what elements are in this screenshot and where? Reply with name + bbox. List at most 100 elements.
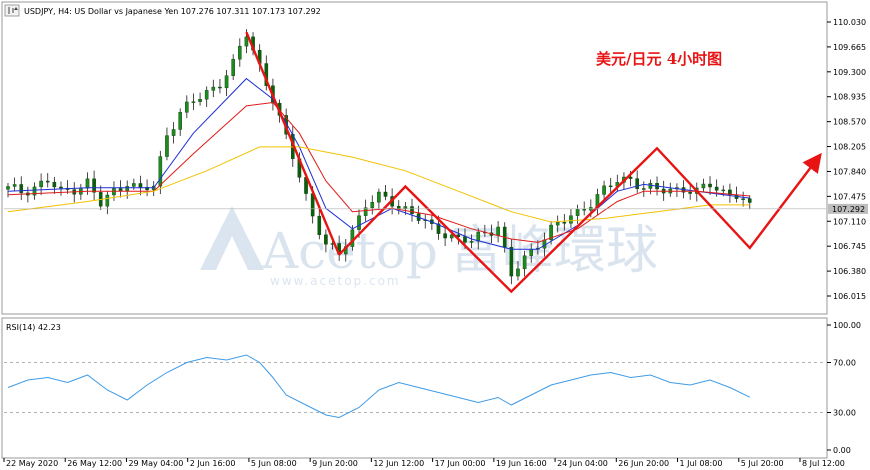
- candle-body: [171, 129, 176, 136]
- candle-body: [522, 255, 527, 270]
- candle-body: [747, 198, 752, 203]
- time-label: 1 Jul 08:00: [680, 459, 723, 468]
- candle-body: [396, 206, 401, 209]
- candle-body: [238, 45, 242, 60]
- candle-body: [39, 180, 43, 188]
- candle-body: [158, 156, 163, 187]
- candle-body: [211, 86, 216, 91]
- candle-body: [85, 178, 90, 189]
- usdjpy-h4-chart: Acetop 富峰環球 www.acetop.com USDJPY, H4: U…: [1, 1, 868, 468]
- candle-body: [410, 206, 414, 214]
- candle-body: [509, 246, 514, 277]
- candle-body: [714, 186, 719, 191]
- time-label: 17 Jun 00:00: [435, 459, 486, 468]
- candle-body: [741, 198, 745, 200]
- candle-body: [165, 135, 169, 157]
- candle-body: [317, 215, 322, 235]
- candle-body: [529, 248, 534, 256]
- candle-body: [569, 215, 573, 224]
- candle-body: [701, 183, 706, 189]
- candle-body: [635, 178, 639, 189]
- candle-body: [496, 226, 500, 236]
- candle-body: [6, 186, 10, 190]
- candle-body: [357, 215, 361, 230]
- time-label: 29 May 04:00: [128, 459, 183, 468]
- candle-body: [198, 99, 202, 102]
- price-label: 107.475: [833, 192, 866, 201]
- price-label: 106.380: [833, 267, 866, 276]
- price-label: 106.745: [833, 242, 866, 251]
- rsi-panel-frame: [1, 317, 828, 459]
- candle-body: [575, 208, 580, 216]
- rsi-axis-label: 100.00: [833, 321, 861, 330]
- time-axis: 22 May 2020 26 May 12:00 29 May 04:00 2 Jun…: [3, 458, 845, 468]
- price-label: 110.030: [833, 18, 866, 27]
- time-label: 9 Jun 20:00: [312, 459, 358, 468]
- candle-body: [721, 189, 726, 192]
- time-label: 8 Jul 12:00: [802, 459, 845, 468]
- candle-body: [628, 176, 633, 179]
- time-label: 2 Jun 16:00: [190, 459, 236, 468]
- chart-annotation-cn: 美元/日元 4小时图: [596, 50, 722, 68]
- price-label: 109.665: [833, 43, 866, 52]
- price-label: 108.935: [833, 93, 866, 102]
- candle-body: [19, 184, 24, 194]
- candle-body: [191, 101, 196, 103]
- time-label: 5 Jun 08:00: [251, 459, 297, 468]
- candle-body: [118, 188, 123, 192]
- candle-body: [688, 192, 692, 194]
- candle-body: [92, 178, 96, 193]
- candle-body: [383, 191, 388, 197]
- time-label: 12 Jun 12:00: [373, 459, 424, 468]
- candle-body: [204, 90, 209, 100]
- candle-body: [52, 181, 57, 188]
- candle-body: [350, 229, 355, 247]
- candle-body: [555, 221, 560, 226]
- candle-body: [708, 183, 712, 188]
- chart-menu-icon[interactable]: [4, 4, 20, 17]
- candle-body: [59, 186, 63, 189]
- rsi-axis-label: 0.00: [833, 446, 851, 455]
- candle-body: [516, 268, 520, 277]
- candle-body: [642, 188, 646, 190]
- rsi-title: RSI(14) 42.23: [6, 323, 61, 332]
- time-label: 24 Jun 04:00: [557, 459, 608, 468]
- candle-body: [218, 86, 222, 89]
- candle-body: [562, 221, 567, 224]
- candle-body: [138, 183, 143, 188]
- watermark-url: www.acetop.com: [270, 274, 401, 288]
- watermark-text-en: Acetop: [261, 222, 438, 280]
- candle-body: [463, 236, 467, 243]
- price-label: 108.205: [833, 143, 866, 152]
- candle-body: [244, 36, 249, 47]
- symbol-line: USDJPY, H4: US Dollar vs Japanese Yen 10…: [24, 7, 321, 16]
- candle-body: [324, 234, 328, 245]
- time-label: 26 Jun 20:00: [618, 459, 669, 468]
- candle-body: [602, 185, 606, 195]
- price-axis: 110.030 109.665 109.300 108.935 108.570 108.2…: [827, 18, 866, 301]
- candle-body: [185, 101, 189, 113]
- candle-body: [125, 186, 130, 192]
- candle-body: [469, 241, 474, 243]
- current-price-label: 107.292: [832, 205, 865, 214]
- candle-body: [45, 180, 50, 183]
- price-label: 107.110: [833, 217, 866, 226]
- candle-body: [403, 206, 408, 209]
- candle-body: [224, 75, 229, 89]
- time-label: 22 May 2020: [6, 459, 58, 468]
- price-label: 108.570: [833, 118, 866, 127]
- candle-body: [178, 112, 182, 130]
- rsi-axis-label: 30.00: [833, 409, 856, 418]
- time-label: 26 May 12:00: [67, 459, 122, 468]
- price-label: 109.300: [833, 68, 866, 77]
- candle-body: [476, 231, 481, 242]
- candle-body: [377, 191, 381, 203]
- time-label: 5 Jul 20:00: [741, 459, 784, 468]
- candle-body: [370, 202, 375, 208]
- rsi-axis-label: 70.00: [833, 359, 856, 368]
- candle-body: [449, 234, 454, 239]
- candle-body: [443, 233, 447, 239]
- candle-body: [105, 194, 110, 207]
- candle-body: [132, 183, 136, 187]
- candle-body: [12, 184, 17, 187]
